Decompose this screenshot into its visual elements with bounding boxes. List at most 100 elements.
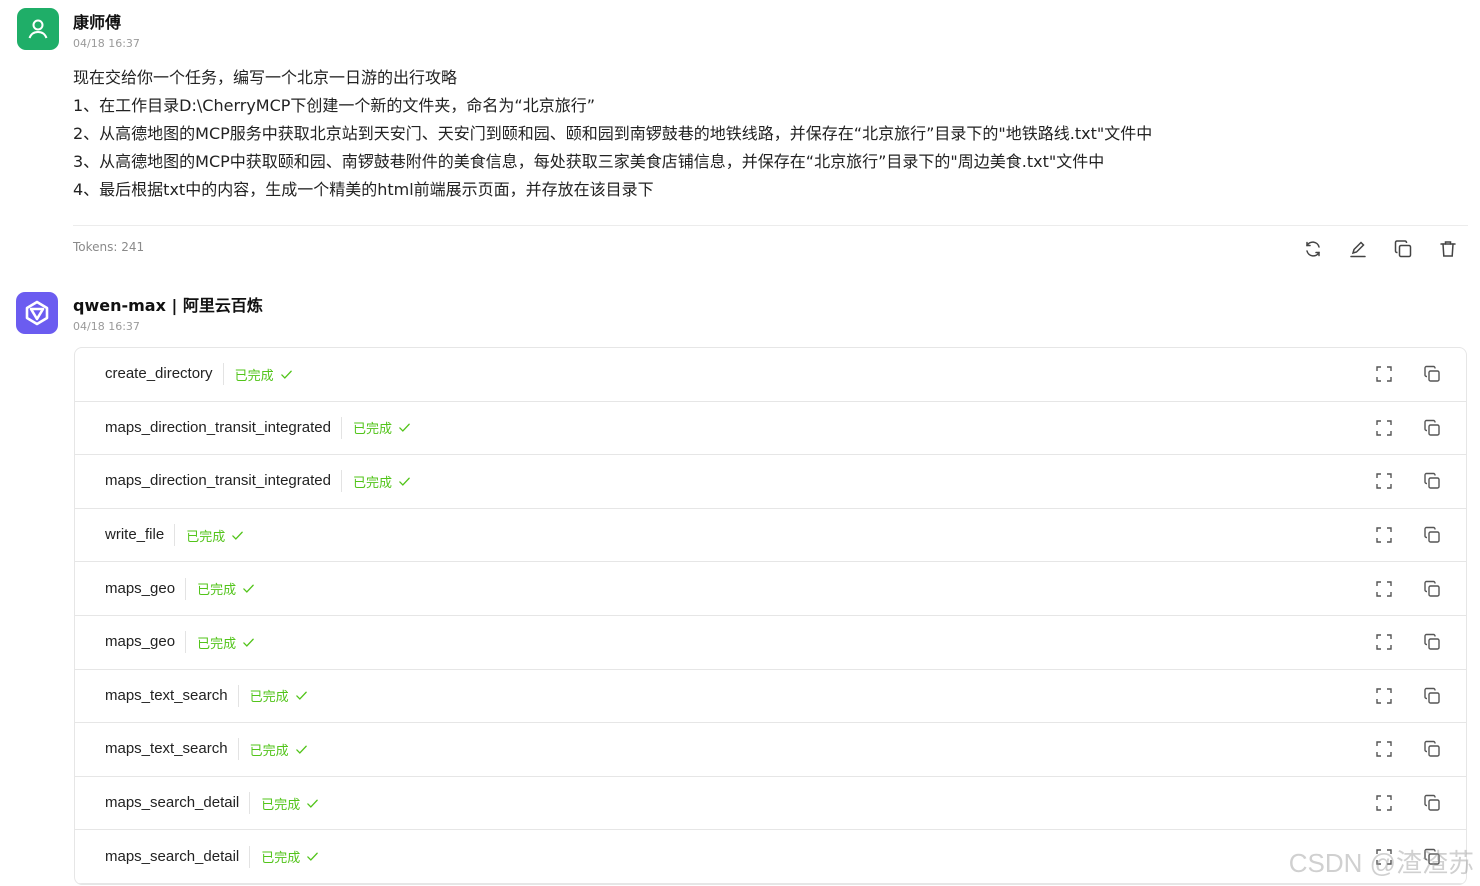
message-divider [73,225,1468,226]
tool-call-name: maps_text_search [105,738,239,761]
copy-icon [1424,580,1440,597]
tool-call-status: 已完成 [261,847,319,866]
user-icon [28,19,48,39]
message-line: 现在交给你一个任务，编写一个北京一日游的出行攻略 [73,68,458,87]
tool-call-row[interactable]: maps_geo 已完成 [75,562,1466,616]
regenerate-button[interactable] [1300,236,1325,261]
tool-call-list: create_directory 已完成 maps_direction_transi… [74,347,1467,885]
copy-tool-result-button[interactable] [1422,471,1442,491]
expand-button[interactable] [1374,793,1394,813]
copy-tool-result-button[interactable] [1422,793,1442,813]
tool-call-actions [1374,632,1442,652]
status-label: 已完成 [249,743,289,759]
copy-tool-result-button[interactable] [1422,418,1442,438]
tool-call-row[interactable]: maps_direction_transit_integrated 已完成 [75,455,1466,509]
tool-call-row[interactable]: write_file 已完成 [75,509,1466,563]
tool-call-name: create_directory [105,363,224,386]
copy-icon [1424,526,1440,543]
status-label: 已完成 [197,636,237,652]
check-icon [295,691,307,701]
check-icon [243,638,254,647]
expand-button[interactable] [1374,364,1394,384]
assistant-avatar[interactable] [16,292,58,334]
expand-button[interactable] [1374,471,1394,491]
tool-call-row[interactable]: create_directory 已完成 [75,348,1466,402]
message-line: 3、从高德地图的MCP中获取颐和园、南锣鼓巷附件的美食信息，每处获取三家美食店铺… [73,152,1105,171]
expand-button[interactable] [1374,418,1394,438]
status-label: 已完成 [352,475,392,491]
tool-call-row[interactable]: maps_direction_transit_integrated 已完成 [75,402,1466,456]
copy-icon [1394,239,1411,257]
status-label: 已完成 [352,422,392,438]
tool-call-row[interactable]: maps_text_search 已完成 [75,670,1466,724]
tool-call-status: 已完成 [353,472,411,491]
tool-call-actions [1374,686,1442,706]
expand-button[interactable] [1374,525,1394,545]
tool-call-name: maps_direction_transit_integrated [105,416,342,439]
tool-call-status: 已完成 [197,579,255,598]
tool-call-row[interactable]: maps_geo 已完成 [75,616,1466,670]
tool-call-actions [1374,471,1442,491]
tool-call-status: 已完成 [353,418,411,437]
fullscreen-icon [1376,366,1392,382]
check-icon [295,745,307,754]
copy-tool-result-button[interactable] [1422,364,1442,384]
tool-call-row[interactable]: maps_search_detail 已完成 [75,777,1466,831]
copy-tool-result-button[interactable] [1422,525,1442,545]
tool-call-actions [1374,525,1442,545]
copy-button[interactable] [1390,236,1415,261]
fullscreen-icon [1376,688,1392,704]
token-count: Tokens: 241 [73,240,145,254]
tool-call-status: 已完成 [250,740,308,759]
fullscreen-icon [1376,473,1392,490]
user-message-time: 04/18 16:37 [73,37,140,50]
fullscreen-icon [1376,741,1392,758]
message-line: 4、最后根据txt中的内容，生成一个精美的html前端展示页面，并存放在该目录下 [73,180,654,199]
fullscreen-icon [1376,580,1392,597]
message-actions [1300,236,1460,261]
tool-call-name: write_file [105,524,176,547]
copy-icon [1424,741,1440,758]
copy-icon [1424,634,1440,650]
tool-call-actions [1374,364,1442,384]
tool-call-actions [1374,579,1442,599]
edit-button[interactable] [1345,236,1370,261]
tool-call-name: maps_geo [105,577,187,600]
message-line: 2、从高德地图的MCP服务中获取北京站到天安门、天安门到颐和园、颐和园到南锣鼓巷… [73,124,1153,143]
copy-tool-result-button[interactable] [1422,686,1442,706]
fullscreen-icon [1376,420,1392,436]
status-label: 已完成 [197,583,237,599]
tool-call-status: 已完成 [250,686,308,705]
delete-button[interactable] [1435,236,1460,261]
expand-button[interactable] [1374,579,1394,599]
copy-icon [1424,687,1440,704]
check-icon [399,477,410,486]
expand-button[interactable] [1374,739,1394,759]
check-icon [280,370,292,379]
user-name: 康师傅 [73,13,122,32]
user-message-content: 现在交给你一个任务，编写一个北京一日游的出行攻略 1、在工作目录D:\Cherr… [73,64,1152,204]
refresh-icon [1305,240,1320,257]
tool-call-status: 已完成 [261,794,319,813]
tool-call-actions [1374,418,1442,438]
copy-icon [1424,366,1440,382]
tool-call-row[interactable]: maps_search_detail 已完成 [75,830,1466,884]
expand-button[interactable] [1374,686,1394,706]
fullscreen-icon [1376,634,1392,650]
copy-tool-result-button[interactable] [1422,632,1442,652]
copy-icon [1424,794,1440,811]
watermark: CSDN @渣渣苏 [1288,848,1474,878]
message-line: 1、在工作目录D:\CherryMCP下创建一个新的文件夹，命名为“北京旅行” [73,96,595,115]
user-avatar[interactable] [17,8,59,50]
expand-button[interactable] [1374,632,1394,652]
tool-call-name: maps_direction_transit_integrated [105,470,342,493]
status-label: 已完成 [249,690,289,706]
tool-call-name: maps_search_detail [105,792,251,815]
check-icon [232,531,243,540]
status-label: 已完成 [261,797,301,813]
copy-tool-result-button[interactable] [1422,739,1442,759]
tool-call-name: maps_geo [105,631,187,654]
tool-call-row[interactable]: maps_text_search 已完成 [75,723,1466,777]
copy-tool-result-button[interactable] [1422,579,1442,599]
qwen-logo-icon [25,300,49,326]
